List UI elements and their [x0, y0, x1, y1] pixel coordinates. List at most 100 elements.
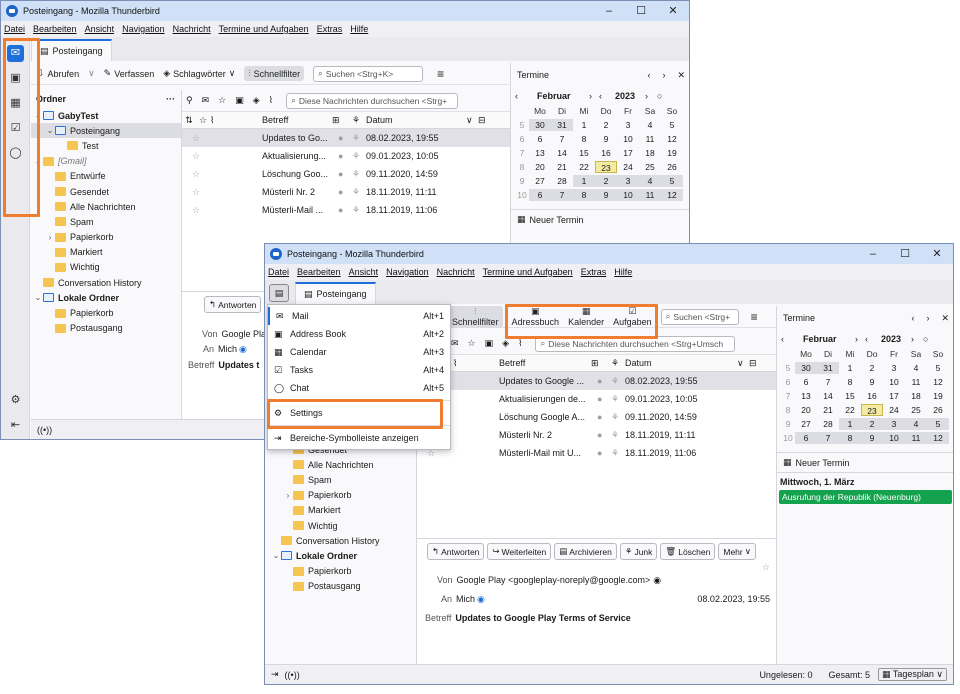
- folder-item[interactable]: Postausgang: [31, 321, 181, 336]
- unread-filter-icon[interactable]: ✉: [202, 95, 210, 106]
- prev-year-icon[interactable]: ‹: [865, 334, 881, 344]
- column-picker-icon[interactable]: ⊟: [749, 358, 761, 369]
- calendar-day[interactable]: 11: [905, 376, 927, 388]
- calendar-day[interactable]: 12: [661, 133, 683, 145]
- message-row[interactable]: ☆ Müsterli-Mail ... ● ⚘ 18.11.2019, 11:06: [182, 201, 510, 219]
- calendar-day[interactable]: 13: [529, 147, 551, 159]
- calendar-day[interactable]: 4: [639, 119, 661, 131]
- more-button[interactable]: Mehr ∨: [718, 543, 756, 560]
- calendar-day[interactable]: 2: [595, 119, 617, 131]
- calendar-day[interactable]: 8: [573, 189, 595, 201]
- folder-item[interactable]: Markiert: [269, 503, 416, 518]
- popup-item[interactable]: ☑ Tasks Alt+4: [268, 361, 450, 379]
- menu-navigation[interactable]: Navigation: [386, 267, 429, 277]
- calendar-day[interactable]: 16: [861, 390, 883, 402]
- calendar-day[interactable]: 1: [573, 175, 595, 187]
- calendar-day[interactable]: 23: [861, 404, 883, 416]
- global-search-input[interactable]: ⌕ Suchen <Strg+K>: [313, 65, 424, 82]
- contact-filter-icon[interactable]: ▣: [485, 338, 494, 349]
- minimize-button[interactable]: –: [857, 244, 889, 264]
- archive-button[interactable]: ▤ Archivieren: [554, 543, 617, 560]
- attachment-column-icon[interactable]: ⌇: [210, 115, 262, 126]
- twisty-icon[interactable]: ›: [45, 233, 55, 242]
- compose-button[interactable]: ✎ Verfassen: [104, 68, 155, 79]
- more-options-icon[interactable]: ···: [166, 94, 175, 104]
- column-picker-icon[interactable]: ⊟: [478, 115, 490, 126]
- twisty-icon[interactable]: ⌄: [33, 293, 43, 302]
- menu-termine[interactable]: Termine und Aufgaben: [483, 267, 573, 277]
- folder-item[interactable]: Test: [31, 138, 181, 153]
- menu-extras[interactable]: Extras: [317, 24, 343, 34]
- column-date[interactable]: Datum: [625, 358, 737, 368]
- calendar-day[interactable]: 11: [905, 432, 927, 444]
- fetch-button[interactable]: ⇩ Abrufen ∨: [37, 68, 95, 79]
- star-icon[interactable]: ☆: [417, 562, 776, 573]
- folder-item[interactable]: ⌄ GabyTest: [31, 108, 181, 123]
- folder-item[interactable]: Entwürfe: [31, 169, 181, 184]
- delete-button[interactable]: 🗑 Löschen: [660, 543, 716, 560]
- prev-month-icon[interactable]: ‹: [515, 91, 537, 101]
- calendar-button[interactable]: ▦ Kalender: [568, 306, 604, 327]
- collapse-spaces-icon[interactable]: ⇤: [7, 417, 24, 434]
- calendar-day[interactable]: 2: [595, 175, 617, 187]
- tasks-button[interactable]: ☑ Aufgaben: [613, 306, 652, 327]
- tab-posteingang[interactable]: ▤ Posteingang: [295, 282, 376, 304]
- close-pane-icon[interactable]: ✕: [941, 313, 949, 323]
- unread-filter-icon[interactable]: ✉: [451, 338, 459, 349]
- calendar-day[interactable]: 9: [861, 432, 883, 444]
- message-row[interactable]: ☆Löschung Google A...●⚘09.11.2020, 14:59: [417, 408, 776, 426]
- calendar-day[interactable]: 20: [795, 404, 817, 416]
- folder-item[interactable]: ⌄ Lokale Ordner: [269, 548, 416, 563]
- thread-column-icon[interactable]: ⇅: [182, 115, 196, 126]
- calendar-day[interactable]: 24: [617, 161, 639, 173]
- folder-item[interactable]: › Papierkorb: [269, 488, 416, 503]
- global-search-input[interactable]: ⌕ Suchen <Strg+: [660, 308, 739, 325]
- calendar-day[interactable]: 3: [883, 418, 905, 430]
- message-row[interactable]: ☆ Löschung Goo... ● ⚘ 09.11.2020, 14:59: [182, 165, 510, 183]
- calendar-day[interactable]: 22: [839, 404, 861, 416]
- popup-toggle-spaces[interactable]: ⇥ Bereiche-Symbolleiste anzeigen: [268, 429, 450, 447]
- spaces-menu-icon[interactable]: ▤: [269, 284, 289, 302]
- calendar-day[interactable]: 30: [795, 362, 817, 374]
- calendar-day[interactable]: 5: [661, 175, 683, 187]
- calendar-day[interactable]: 21: [551, 161, 573, 173]
- chevron-down-icon[interactable]: ∨: [88, 68, 95, 79]
- menu-nachricht[interactable]: Nachricht: [173, 24, 211, 34]
- calendar-day[interactable]: 4: [905, 362, 927, 374]
- calendar-day[interactable]: 3: [883, 362, 905, 374]
- from-value[interactable]: Google Pla: [222, 329, 267, 339]
- folder-item[interactable]: ⌄ [Gmail]: [31, 154, 181, 169]
- folder-item[interactable]: Conversation History: [269, 533, 416, 548]
- reply-button[interactable]: ↰ Antworten: [427, 543, 485, 560]
- calendar-day[interactable]: 5: [927, 418, 949, 430]
- calendar-day[interactable]: 20: [529, 161, 551, 173]
- calendar-day[interactable]: 14: [551, 147, 573, 159]
- starred-filter-icon[interactable]: ☆: [218, 95, 226, 106]
- folder-item[interactable]: Alle Nachrichten: [31, 199, 181, 214]
- folder-item[interactable]: ⌄ Posteingang: [31, 123, 181, 139]
- close-button[interactable]: ✕: [921, 244, 953, 264]
- folder-item[interactable]: Conversation History: [31, 275, 181, 290]
- online-status-icon[interactable]: ((•)): [37, 425, 52, 435]
- chat-space-icon[interactable]: ◯: [7, 145, 24, 162]
- message-row[interactable]: ☆Müsterli Nr. 2●⚘18.11.2019, 11:11: [182, 183, 510, 201]
- thread-icon[interactable]: ⊞: [591, 358, 611, 369]
- message-row[interactable]: ☆Müsterli Nr. 2●⚘18.11.2019, 11:11: [417, 426, 776, 444]
- forward-button[interactable]: ↪ Weiterleiten: [487, 543, 552, 560]
- calendar-day[interactable]: 1: [839, 418, 861, 430]
- calendar-day[interactable]: 18: [639, 147, 661, 159]
- next-day-icon[interactable]: ›: [926, 313, 929, 323]
- tags-button[interactable]: ◈ Schlagwörter ∨: [163, 68, 235, 79]
- next-day-icon[interactable]: ›: [662, 70, 665, 80]
- calendar-space-icon[interactable]: ▦: [7, 95, 24, 112]
- folder-item[interactable]: Spam: [269, 472, 416, 487]
- calendar-day[interactable]: 10: [617, 189, 639, 201]
- calendar-day[interactable]: 15: [573, 147, 595, 159]
- calendar-day[interactable]: 27: [529, 175, 551, 187]
- prev-year-icon[interactable]: ‹: [599, 91, 615, 101]
- tag-filter-icon[interactable]: ◈: [253, 95, 260, 106]
- calendar-day[interactable]: 24: [883, 404, 905, 416]
- reply-button[interactable]: ↰ Antworten: [204, 296, 262, 313]
- attachment-filter-icon[interactable]: ⌇: [518, 338, 522, 349]
- new-event-button[interactable]: ▦ Neuer Termin: [777, 452, 953, 472]
